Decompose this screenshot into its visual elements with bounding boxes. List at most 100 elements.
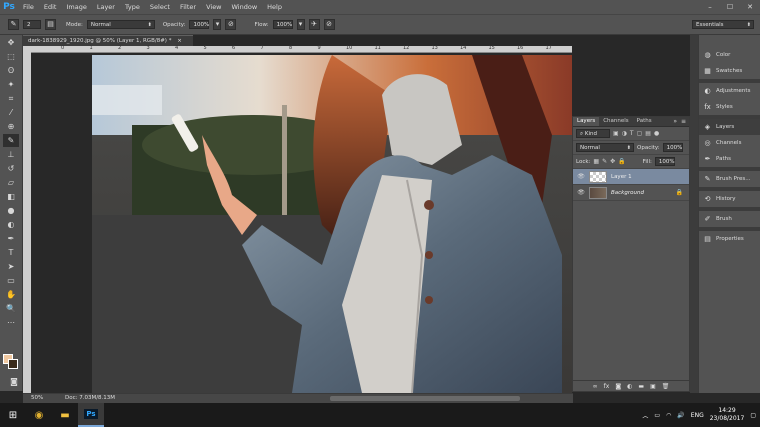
panel-brush-presets[interactable]: ✎ Brush Pres...	[699, 171, 760, 187]
visibility-eye-icon[interactable]: 👁	[577, 173, 585, 180]
pressure-size-icon[interactable]: ⊘	[323, 19, 335, 30]
menu-filter[interactable]: Filter	[175, 0, 201, 14]
layer-style-icon[interactable]: fx	[604, 383, 610, 390]
lasso-tool-icon[interactable]: ʘ	[3, 64, 19, 77]
taskbar-clock[interactable]: 14:29 23/08/2017	[710, 407, 745, 423]
layer-row-layer-1[interactable]: 👁 Layer 1	[573, 169, 689, 185]
zoom-tool-icon[interactable]: 🔍	[3, 302, 19, 315]
hand-tool-icon[interactable]: ✋	[3, 288, 19, 301]
workspace-select[interactable]: Essentials ⬍	[692, 20, 754, 29]
visibility-eye-icon[interactable]: 👁	[577, 189, 585, 196]
filter-type-icon[interactable]: T	[630, 130, 634, 137]
history-brush-tool-icon[interactable]: ↺	[3, 162, 19, 175]
file-explorer-icon[interactable]: ▬	[52, 403, 78, 427]
tab-channels[interactable]: Channels	[599, 117, 632, 126]
panel-swatches[interactable]: ▦ Swatches	[699, 63, 760, 79]
crop-tool-icon[interactable]: ⌗	[3, 92, 19, 105]
close-button[interactable]: ✕	[740, 0, 760, 14]
horizontal-scrollbar[interactable]	[330, 396, 520, 401]
paint-bucket-tool-icon[interactable]: ◧	[3, 190, 19, 203]
clone-stamp-tool-icon[interactable]: ⊥	[3, 148, 19, 161]
menu-edit[interactable]: Edit	[39, 0, 62, 14]
lock-transparent-icon[interactable]: ▦	[593, 158, 599, 165]
windows-start-icon[interactable]: ⊞	[0, 403, 26, 427]
brush-tool-preset-icon[interactable]: ✎	[8, 19, 19, 30]
collapse-panel-icon[interactable]: »	[673, 117, 677, 126]
canvas-image[interactable]	[92, 55, 572, 393]
filter-kind-select[interactable]: ⌕ Kind	[576, 129, 610, 138]
lock-all-icon[interactable]: 🔒	[618, 158, 625, 165]
panel-menu-icon[interactable]: ≡	[681, 117, 686, 126]
panel-layers[interactable]: ◈ Layers	[699, 119, 760, 135]
menu-layer[interactable]: Layer	[92, 0, 120, 14]
notifications-icon[interactable]: ▢	[750, 412, 756, 419]
doc-size-info[interactable]: Doc: 7.03M/8.13M	[65, 395, 115, 401]
eraser-tool-icon[interactable]: ▱	[3, 176, 19, 189]
menu-help[interactable]: Help	[262, 0, 287, 14]
network-icon[interactable]: ▭	[654, 412, 660, 419]
filter-adjustment-icon[interactable]: ◑	[622, 130, 627, 137]
menu-file[interactable]: File	[18, 0, 39, 14]
healing-brush-tool-icon[interactable]: ⊕	[3, 120, 19, 133]
menu-view[interactable]: View	[201, 0, 226, 14]
filter-shape-icon[interactable]: ▢	[637, 130, 643, 137]
panel-styles[interactable]: fx Styles	[699, 99, 760, 115]
background-color-swatch[interactable]	[8, 359, 18, 369]
path-selection-tool-icon[interactable]: ➤	[3, 260, 19, 273]
marquee-tool-icon[interactable]: ⬚	[3, 50, 19, 63]
panel-history[interactable]: ⟲ History	[699, 191, 760, 207]
blur-tool-icon[interactable]: ●	[3, 204, 19, 217]
quick-mask-icon[interactable]: ◙	[6, 375, 22, 388]
menu-window[interactable]: Window	[227, 0, 263, 14]
volume-icon[interactable]: 🔊	[677, 412, 684, 419]
lock-image-icon[interactable]: ✎	[602, 158, 607, 165]
document-tab[interactable]: dark-1838929_1920.jpg @ 50% (Layer 1, RG…	[23, 35, 193, 46]
new-group-icon[interactable]: ▬	[638, 383, 644, 390]
more-tools-icon[interactable]: ⋯	[3, 316, 19, 329]
wifi-icon[interactable]: ◠	[666, 412, 671, 419]
input-language[interactable]: ENG	[691, 412, 704, 419]
filter-pixel-icon[interactable]: ▣	[613, 130, 619, 137]
mode-select[interactable]: Normal ⬍	[86, 20, 155, 29]
menu-type[interactable]: Type	[120, 0, 145, 14]
add-mask-icon[interactable]: ◙	[615, 383, 621, 390]
eyedropper-tool-icon[interactable]: ⁄	[3, 106, 19, 119]
shape-tool-icon[interactable]: ▭	[3, 274, 19, 287]
fill-field[interactable]: 100%	[654, 157, 675, 166]
lock-position-icon[interactable]: ✥	[610, 158, 615, 165]
panel-channels[interactable]: ◎ Channels	[699, 135, 760, 151]
opacity-field[interactable]: 100%	[189, 20, 210, 29]
brush-tool-icon[interactable]: ✎	[3, 134, 19, 147]
new-adjustment-icon[interactable]: ◐	[627, 383, 632, 390]
brush-panel-toggle-icon[interactable]: ▤	[45, 19, 56, 30]
brush-size-picker[interactable]: 2	[23, 20, 41, 29]
type-tool-icon[interactable]: T	[3, 246, 19, 259]
link-layers-icon[interactable]: ∞	[593, 383, 598, 390]
photoshop-taskbar-icon[interactable]: Ps	[78, 403, 104, 427]
tab-paths[interactable]: Paths	[633, 117, 656, 126]
panel-properties[interactable]: ▤ Properties	[699, 231, 760, 247]
pressure-opacity-icon[interactable]: ⊘	[225, 19, 237, 30]
minimize-button[interactable]: –	[700, 0, 720, 14]
blend-mode-select[interactable]: Normal ⬍	[576, 143, 634, 152]
delete-layer-icon[interactable]: 🗑	[662, 383, 670, 390]
panel-paths[interactable]: ✒ Paths	[699, 151, 760, 167]
filter-toggle-icon[interactable]: ●	[654, 130, 659, 137]
chrome-icon[interactable]: ◉	[26, 403, 52, 427]
tab-layers[interactable]: Layers	[573, 117, 600, 126]
new-layer-icon[interactable]: ▣	[650, 383, 656, 390]
flow-field[interactable]: 100%	[272, 20, 293, 29]
quick-select-tool-icon[interactable]: ✦	[3, 78, 19, 91]
opacity-dropdown-icon[interactable]: ▾	[213, 19, 222, 30]
flow-dropdown-icon[interactable]: ▾	[296, 19, 305, 30]
tray-expand-icon[interactable]: ︿	[642, 411, 648, 420]
panel-adjustments[interactable]: ◐ Adjustments	[699, 83, 760, 99]
dodge-tool-icon[interactable]: ◐	[3, 218, 19, 231]
layer-opacity-field[interactable]: 100%	[662, 143, 683, 152]
menu-select[interactable]: Select	[145, 0, 175, 14]
filter-smart-object-icon[interactable]: ▤	[645, 130, 651, 137]
pen-tool-icon[interactable]: ✒	[3, 232, 19, 245]
panel-brush[interactable]: ✐ Brush	[699, 211, 760, 227]
zoom-level[interactable]: 50%	[31, 395, 43, 401]
maximize-button[interactable]: ☐	[720, 0, 740, 14]
